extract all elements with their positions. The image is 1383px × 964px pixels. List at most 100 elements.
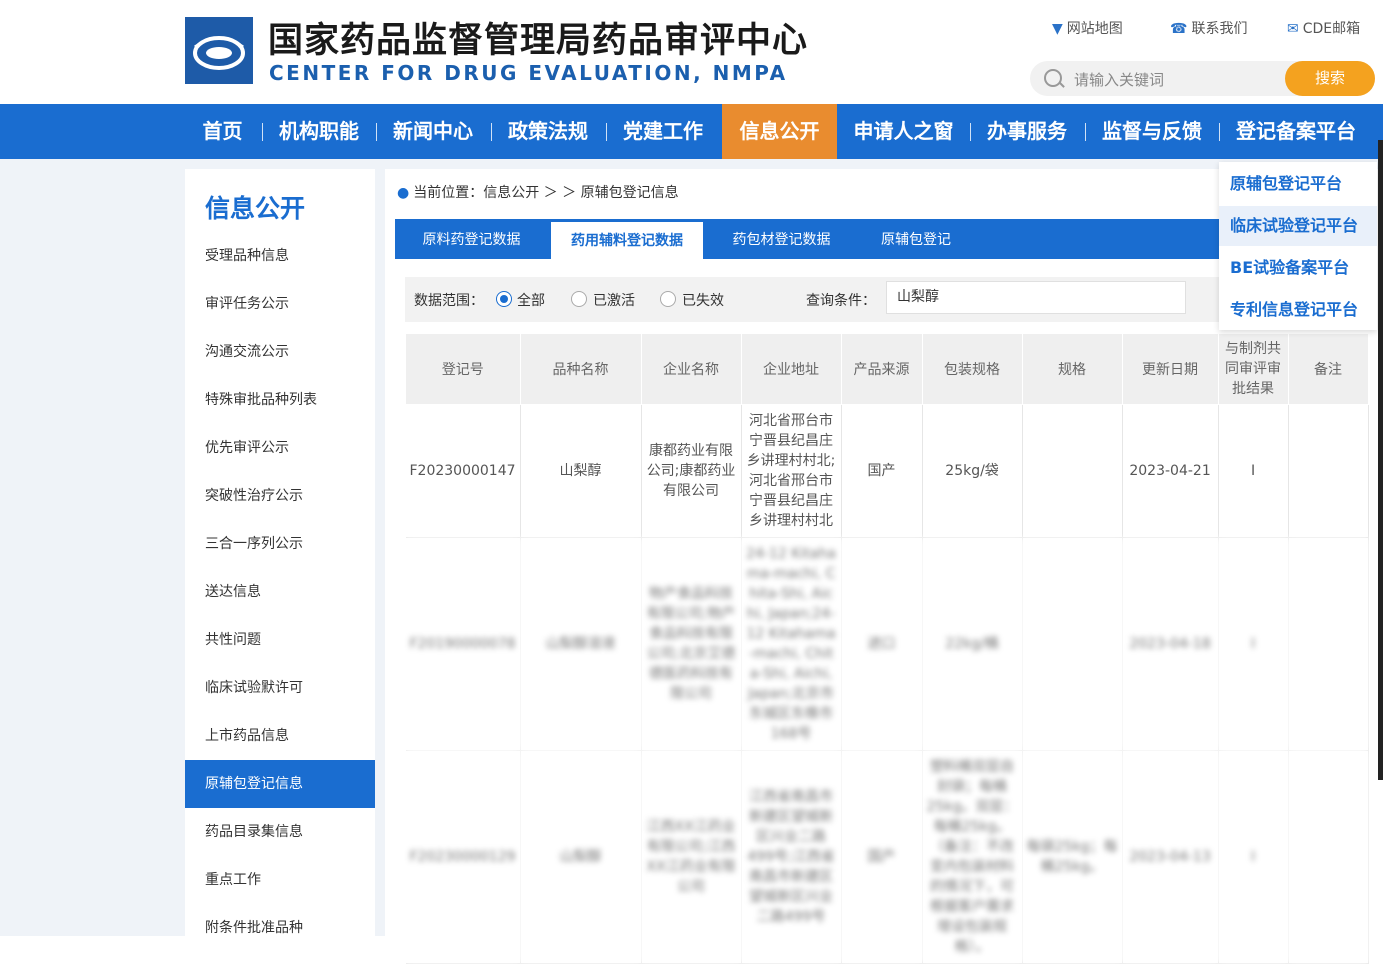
nav-home[interactable]: 首页 xyxy=(190,104,255,159)
query-label: 查询条件： xyxy=(806,293,876,309)
sidebar-item-api-excipient[interactable]: 原辅包登记信息 xyxy=(185,760,375,808)
cell-package: 25kg/袋 xyxy=(922,404,1023,538)
dropdown-item-be-platform[interactable]: BE试验备案平台 xyxy=(1219,248,1377,288)
table-header-row: 登记号 品种名称 企业名称 企业地址 产品来源 包装规格 规格 更新日期 与制剂… xyxy=(405,333,1369,405)
dropdown-item-clinical-platform[interactable]: 临床试验登记平台 xyxy=(1219,206,1377,246)
cell-company: 物产食品科技有限公司;物产食品科技有限公司;北京艾德德医药科技有限公司 xyxy=(641,537,742,751)
sidebar-item-marketed-drugs[interactable]: 上市药品信息 xyxy=(185,712,375,760)
radio-expired-label[interactable]: 已失效 xyxy=(682,290,724,310)
cell-address: 24-12 Kitahama-machi, Chita-Shi, Aichi, … xyxy=(741,537,842,751)
page-scrollbar[interactable] xyxy=(1378,140,1383,780)
query-input[interactable]: 山梨醇 xyxy=(886,281,1186,314)
sidebar-item-accepted[interactable]: 受理品种信息 xyxy=(185,232,375,280)
sidebar-item-conditional[interactable]: 附条件批准品种 xyxy=(185,904,375,952)
table-row[interactable]: F20230000129 山梨醇 江西XX江药业有限公司;江西XX江药业有限公司… xyxy=(405,750,1369,964)
search-button[interactable]: 搜索 xyxy=(1285,61,1375,96)
col-source: 产品来源 xyxy=(840,333,923,405)
nav-policy[interactable]: 政策法规 xyxy=(499,104,597,159)
radio-all[interactable] xyxy=(496,291,512,307)
col-package: 包装规格 xyxy=(921,333,1023,405)
dropdown-item-patent-platform[interactable]: 专利信息登记平台 xyxy=(1219,290,1377,330)
sidebar-item-special-approval[interactable]: 特殊审批品种列表 xyxy=(185,376,375,424)
cell-joint-review: I xyxy=(1218,537,1289,751)
nav-feedback[interactable]: 监督与反馈 xyxy=(1093,104,1211,159)
table-row[interactable]: F20190000078 山梨醇溶液 物产食品科技有限公司;物产食品科技有限公司… xyxy=(405,537,1369,751)
breadcrumb: ● 当前位置：信息公开 ＞ ＞ 原辅包登记信息 xyxy=(397,185,679,201)
cell-remark xyxy=(1288,750,1369,964)
sidebar-item-three-in-one[interactable]: 三合一序列公示 xyxy=(185,520,375,568)
cell-remark xyxy=(1288,404,1369,538)
tab-packaging-data[interactable]: 药包材登记数据 xyxy=(715,219,848,259)
sidebar-item-breakthrough[interactable]: 突破性治疗公示 xyxy=(185,472,375,520)
sidebar-item-review-tasks[interactable]: 审评任务公示 xyxy=(185,280,375,328)
nav-divider xyxy=(376,123,377,141)
cell-reg-no[interactable]: F20230000147 xyxy=(405,404,521,538)
table-row[interactable]: F20230000147 山梨醇 康都药业有限公司;康都药业有限公司 河北省邢台… xyxy=(405,404,1369,538)
nav-applicant[interactable]: 申请人之窗 xyxy=(846,104,961,159)
site-title-cn: 国家药品监督管理局药品审评中心 xyxy=(268,21,809,61)
sidebar-item-catalog[interactable]: 药品目录集信息 xyxy=(185,808,375,856)
col-joint-review: 与制剂共同审评审批结果 xyxy=(1217,333,1289,405)
results-table: 登记号 品种名称 企业名称 企业地址 产品来源 包装规格 规格 更新日期 与制剂… xyxy=(405,333,1369,964)
data-tabs: 原料药登记数据 药用辅料登记数据 药包材登记数据 原辅包登记 xyxy=(395,219,1363,259)
radio-active[interactable] xyxy=(571,291,587,307)
nav-news[interactable]: 新闻中心 xyxy=(384,104,482,159)
phone-icon: ☎ xyxy=(1170,21,1188,37)
cell-name: 山梨醇 xyxy=(520,404,642,538)
cell-package: 22kg/桶 xyxy=(922,537,1023,751)
cell-reg-no[interactable]: F20190000078 xyxy=(405,537,521,751)
registration-dropdown: 原辅包登记平台 临床试验登记平台 BE试验备案平台 专利信息登记平台 xyxy=(1219,162,1377,330)
sidebar-item-delivery[interactable]: 送达信息 xyxy=(185,568,375,616)
sidebar-item-common-issues[interactable]: 共性问题 xyxy=(185,616,375,664)
tab-registration[interactable]: 原辅包登记 xyxy=(860,219,972,259)
cell-spec xyxy=(1022,537,1123,751)
search-input[interactable]: 请输入关键词 xyxy=(1074,69,1164,90)
cell-source: 国产 xyxy=(841,750,923,964)
col-name: 品种名称 xyxy=(519,333,642,405)
nav-divider xyxy=(970,123,971,141)
cell-source: 进口 xyxy=(841,537,923,751)
col-address: 企业地址 xyxy=(740,333,842,405)
mail-icon: ✉ xyxy=(1287,21,1299,37)
sitemap-link[interactable]: ▼ 网站地图 xyxy=(1052,18,1123,38)
cell-source: 国产 xyxy=(841,404,923,538)
col-updated: 更新日期 xyxy=(1121,333,1219,405)
tab-api-data[interactable]: 原料药登记数据 xyxy=(405,219,538,259)
sidebar-item-clinical-implied[interactable]: 临床试验默许可 xyxy=(185,664,375,712)
search-box: 请输入关键词 搜索 xyxy=(1030,61,1375,96)
cell-updated: 2023-04-13 xyxy=(1122,750,1219,964)
nav-info-public[interactable]: 信息公开 xyxy=(722,104,837,159)
col-remark: 备注 xyxy=(1287,333,1369,405)
sidebar-title: 信息公开 xyxy=(205,194,306,223)
site-title-en: CENTER FOR DRUG EVALUATION, NMPA xyxy=(269,61,788,85)
nav-services[interactable]: 办事服务 xyxy=(978,104,1076,159)
cell-reg-no[interactable]: F20230000129 xyxy=(405,750,521,964)
nav-party[interactable]: 党建工作 xyxy=(614,104,712,159)
cell-name: 山梨醇溶液 xyxy=(520,537,642,751)
nav-divider xyxy=(262,123,263,141)
nav-divider xyxy=(606,123,607,141)
nav-functions[interactable]: 机构职能 xyxy=(270,104,368,159)
cell-address: 河北省邢台市宁晋县纪昌庄乡讲理村村北;河北省邢台市宁晋县纪昌庄乡讲理村村北 xyxy=(741,404,842,538)
contact-link[interactable]: ☎ 联系我们 xyxy=(1170,18,1247,38)
cell-spec xyxy=(1022,404,1123,538)
cell-company: 江西XX江药业有限公司;江西XX江药业有限公司 xyxy=(641,750,742,964)
site-header: 国家药品监督管理局药品审评中心 CENTER FOR DRUG EVALUATI… xyxy=(0,0,1383,104)
dropdown-item-api-platform[interactable]: 原辅包登记平台 xyxy=(1219,164,1377,204)
cde-logo[interactable] xyxy=(185,17,253,84)
cell-name: 山梨醇 xyxy=(520,750,642,964)
nav-divider xyxy=(491,123,492,141)
sidebar-item-key-work[interactable]: 重点工作 xyxy=(185,856,375,904)
col-reg-no: 登记号 xyxy=(405,333,521,405)
mail-link[interactable]: ✉ CDE邮箱 xyxy=(1287,18,1360,38)
cell-updated: 2023-04-18 xyxy=(1122,537,1219,751)
sidebar-item-communication[interactable]: 沟通交流公示 xyxy=(185,328,375,376)
sidebar-item-priority-review[interactable]: 优先审评公示 xyxy=(185,424,375,472)
radio-active-label[interactable]: 已激活 xyxy=(593,290,635,310)
radio-expired[interactable] xyxy=(660,291,676,307)
tab-excipient-data[interactable]: 药用辅料登记数据 xyxy=(551,222,703,259)
cell-spec: 每袋25kg；每桶25kg。 xyxy=(1022,750,1123,964)
sidebar: 信息公开 受理品种信息 审评任务公示 沟通交流公示 特殊审批品种列表 优先审评公… xyxy=(185,169,375,936)
radio-all-label[interactable]: 全部 xyxy=(517,290,545,310)
nav-registration[interactable]: 登记备案平台 xyxy=(1227,104,1365,159)
